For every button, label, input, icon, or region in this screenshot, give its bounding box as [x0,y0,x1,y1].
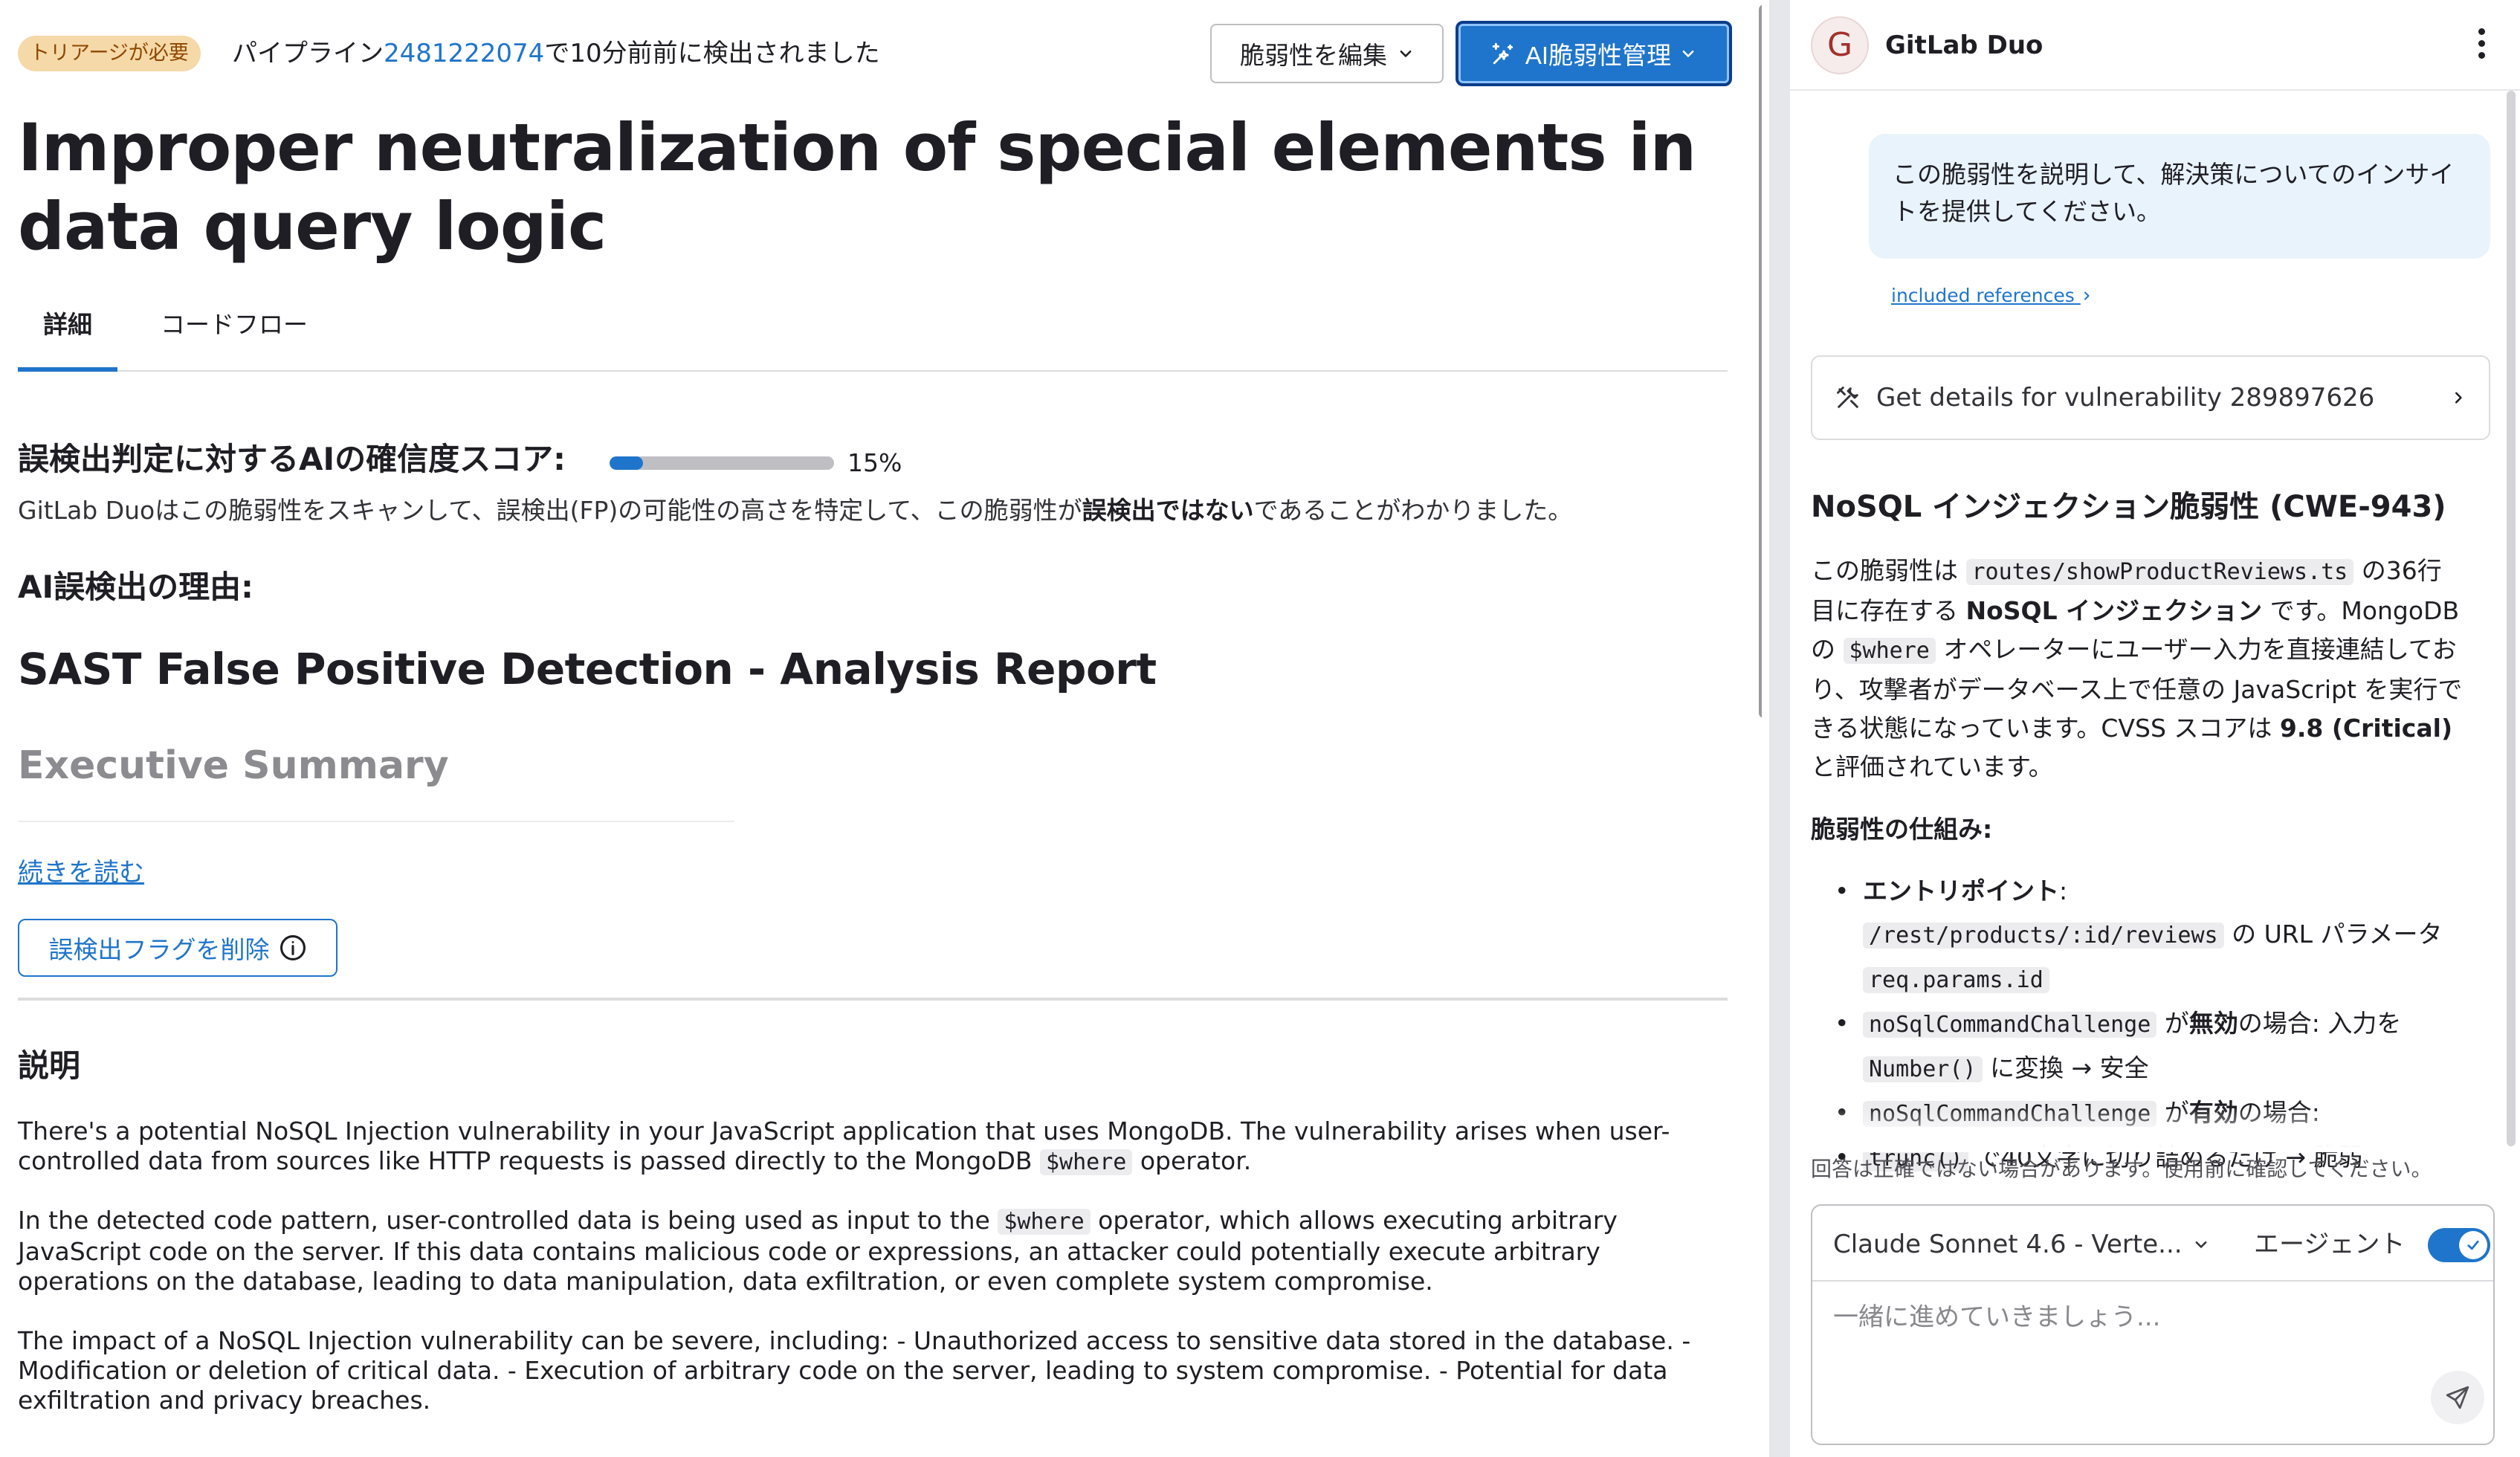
tool-call-card[interactable]: Get details for vulnerability 289897626 [1811,355,2490,440]
inline-code: Number() [1863,1056,1983,1082]
agent-mode-toggle[interactable] [2428,1228,2490,1262]
panel-divider[interactable] [1769,0,1790,1457]
answer-text: の場合: 入力を [2238,1009,2402,1038]
answer-emphasis: 無効 [2188,1009,2238,1038]
section-divider [18,998,1728,1001]
included-references-link[interactable]: included references [1891,282,2093,309]
edit-vulnerability-label: 脆弱性を編集 [1240,42,1387,69]
included-references-label: included references [1891,285,2075,306]
page-title: Improper neutralization of special eleme… [18,109,1696,265]
read-more-link[interactable]: 続きを読む [18,855,144,891]
inline-code: $where [998,1209,1091,1235]
chevron-right-icon [2084,291,2090,300]
remove-false-positive-label: 誤検出フラグを削除 [48,936,270,963]
ai-reason-heading: AI誤検出の理由: [18,569,253,605]
pipeline-detected-text: パイプライン2481222074で10分前前に検出されました [232,36,880,71]
toggle-knob [2459,1231,2487,1259]
description-paragraph: The impact of a NoSQL Injection vulnerab… [18,1326,1691,1415]
tab-details[interactable]: 詳細 [18,300,117,372]
chevron-down-icon [2195,1241,2206,1248]
scan-result-description: GitLab Duoはこの脆弱性をスキャンして、誤検出(FP)の可能性の高さを特… [18,492,1728,529]
check-icon [2467,1240,2479,1250]
chevron-down-icon [1400,51,1412,57]
description-text: operator. [1132,1146,1252,1175]
duo-panel-title: GitLab Duo [1885,30,2044,60]
triage-status-badge: トリアージが必要 [18,36,201,71]
duo-chat-panel: G GitLab Duo この脆弱性を説明して、解決策についてのインサイトを提供… [1790,0,2520,1457]
detail-tabs: 詳細 コードフロー [18,300,1728,372]
answer-text: と評価されています。 [1811,752,2053,781]
answer-text: の URL パラメータ [2223,920,2443,949]
answer-emphasis: エントリポイント [1863,876,2059,905]
answer-text: : [2059,876,2068,905]
list-item: noSqlCommandChallenge が無効の場合: 入力を Number… [1811,1002,2465,1091]
answer-text: に変換 → 安全 [1982,1053,2149,1082]
mechanism-heading: 脆弱性の仕組み: [1811,815,1993,844]
pipeline-prefix: パイプライン [232,39,384,68]
pipeline-link[interactable]: 2481222074 [384,39,544,68]
chevron-right-icon [2455,392,2462,404]
confidence-progress-fill [610,456,644,470]
list-item: エントリポイント: /rest/products/:id/reviews の U… [1811,870,2465,1002]
answer-heading: NoSQL インジェクション脆弱性 (CWE-943) [1811,490,2446,524]
chat-composer: Claude Sonnet 4.6 - Verte... エージェント [1811,1204,2495,1445]
description-text: There's a potential NoSQL Injection vuln… [18,1117,1670,1175]
scan-desc-emphasis: 誤検出ではない [1082,496,1254,525]
inline-code: /rest/products/:id/reviews [1863,923,2224,949]
remove-false-positive-button[interactable]: 誤検出フラグを削除 [18,919,337,977]
model-selector-label: Claude Sonnet 4.6 - Verte... [1833,1230,2183,1259]
answer-emphasis: NoSQL インジェクション [1965,596,2263,625]
info-icon [280,935,306,960]
inline-code: noSqlCommandChallenge [1863,1012,2157,1038]
ai-confidence-heading: 誤検出判定に対するAIの確信度スコア: [18,441,566,477]
main-scrollbar[interactable] [1759,4,1762,718]
answer-paragraph: この脆弱性は routes/showProductReviews.ts の36行… [1811,552,2465,786]
description-text: In the detected code pattern, user-contr… [18,1206,998,1235]
vulnerability-details-page: トリアージが必要 パイプライン2481222074で10分前前に検出されました … [0,0,1762,1457]
scan-desc-part: GitLab Duoはこの脆弱性をスキャンして、誤検出(FP)の可能性の高さを特… [18,496,1082,525]
chevron-down-icon [1682,51,1694,57]
ai-vulnerability-management-button[interactable]: AI脆弱性管理 [1456,21,1732,86]
description-paragraph: There's a potential NoSQL Injection vuln… [18,1117,1728,1177]
pipeline-suffix: で10分前前に検出されました [544,39,880,68]
answer-fade-overlay [1790,1108,2481,1152]
duo-avatar: G [1811,16,1869,74]
model-selector[interactable]: Claude Sonnet 4.6 - Verte... [1833,1222,2209,1267]
duo-panel-header: G GitLab Duo [1790,0,2520,91]
ai-vulnerability-management-label: AI脆弱性管理 [1525,42,1672,69]
duo-sparkle-icon [1492,42,1513,65]
answer-text: この脆弱性は [1811,556,1966,585]
answer-emphasis: 9.8 (Critical) [2279,714,2453,743]
send-button[interactable] [2431,1371,2484,1424]
inline-code: routes/showProductReviews.ts [1965,559,2354,585]
scan-desc-part: であることがわかりました。 [1253,496,1573,525]
duo-scrollbar[interactable] [2507,91,2516,1146]
inline-code: $where [1040,1149,1133,1175]
description-paragraph: In the detected code pattern, user-contr… [18,1206,1728,1296]
user-message: この脆弱性を説明して、解決策についてのインサイトを提供してください。 [1869,134,2490,259]
chat-input[interactable] [1833,1295,2472,1384]
edit-vulnerability-button[interactable]: 脆弱性を編集 [1210,24,1444,83]
composer-divider [1812,1280,2493,1282]
inline-code: req.params.id [1863,967,2049,993]
ai-disclaimer: 回答は正確ではない場合があります。使用前に確認してください。 [1811,1157,2432,1181]
agent-mode-label: エージェント [2254,1230,2406,1259]
more-actions-icon[interactable] [2471,28,2492,62]
inline-code: $where [1843,638,1936,664]
tab-code-flow[interactable]: コードフロー [135,300,333,372]
executive-summary-heading: Executive Summary [18,743,449,788]
tools-icon [1837,387,1858,408]
confidence-percentage: 15% [847,448,902,477]
report-title: SAST False Positive Detection - Analysis… [18,644,1157,694]
summary-divider [18,821,734,822]
description-heading: 説明 [18,1047,81,1084]
tool-call-label: Get details for vulnerability 289897626 [1876,383,2375,413]
send-icon [2446,1386,2469,1409]
confidence-progress-bar [610,456,834,470]
answer-text: が [2156,1009,2189,1038]
